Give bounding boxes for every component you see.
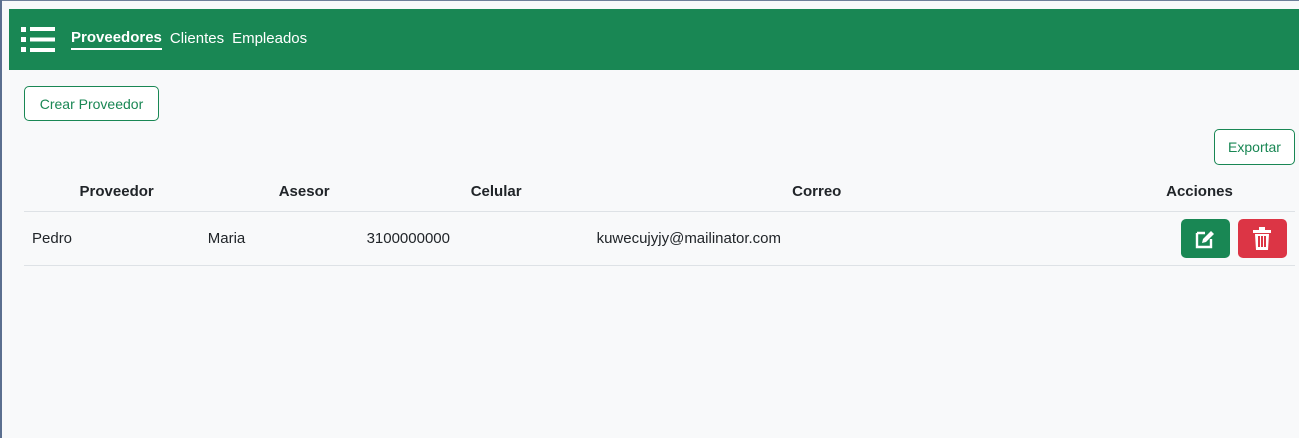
delete-button[interactable] (1237, 219, 1287, 258)
edit-button[interactable] (1180, 219, 1230, 258)
nav-link-clientes[interactable]: Clientes (170, 30, 224, 49)
table-row[interactable]: Pedro Maria 3100000000 kuwecujyjy@mailin… (24, 211, 1295, 266)
header-correo[interactable]: Correo (529, 172, 1104, 212)
table-header-row: Proveedor Asesor Celular Correo Acciones (24, 172, 1295, 212)
header-asesor[interactable]: Asesor (161, 172, 338, 212)
header-acciones: Acciones (1103, 172, 1295, 212)
cell-correo: kuwecujyjy@mailinator.com (529, 211, 1104, 266)
top-navbar: Proveedores Clientes Empleados (9, 9, 1299, 70)
hamburger-list-icon[interactable] (21, 25, 55, 55)
cell-acciones (1103, 211, 1295, 266)
cell-proveedor: Pedro (24, 211, 162, 266)
window-left-border (0, 0, 2, 438)
export-button[interactable]: Exportar (1214, 129, 1295, 165)
nav-link-empleados[interactable]: Empleados (232, 30, 307, 49)
trash-icon (1253, 226, 1272, 250)
header-celular[interactable]: Celular (337, 172, 530, 212)
window-top-border (0, 0, 1299, 8)
edit-icon (1196, 230, 1215, 248)
header-proveedor[interactable]: Proveedor (24, 172, 162, 212)
cell-celular: 3100000000 (337, 211, 530, 266)
create-provider-button[interactable]: Crear Proveedor (24, 86, 159, 121)
nav-link-proveedores[interactable]: Proveedores (71, 29, 162, 50)
cell-asesor: Maria (161, 211, 338, 266)
nav-links: Proveedores Clientes Empleados (71, 29, 315, 50)
providers-table: Proveedor Asesor Celular Correo Acciones… (24, 172, 1295, 266)
